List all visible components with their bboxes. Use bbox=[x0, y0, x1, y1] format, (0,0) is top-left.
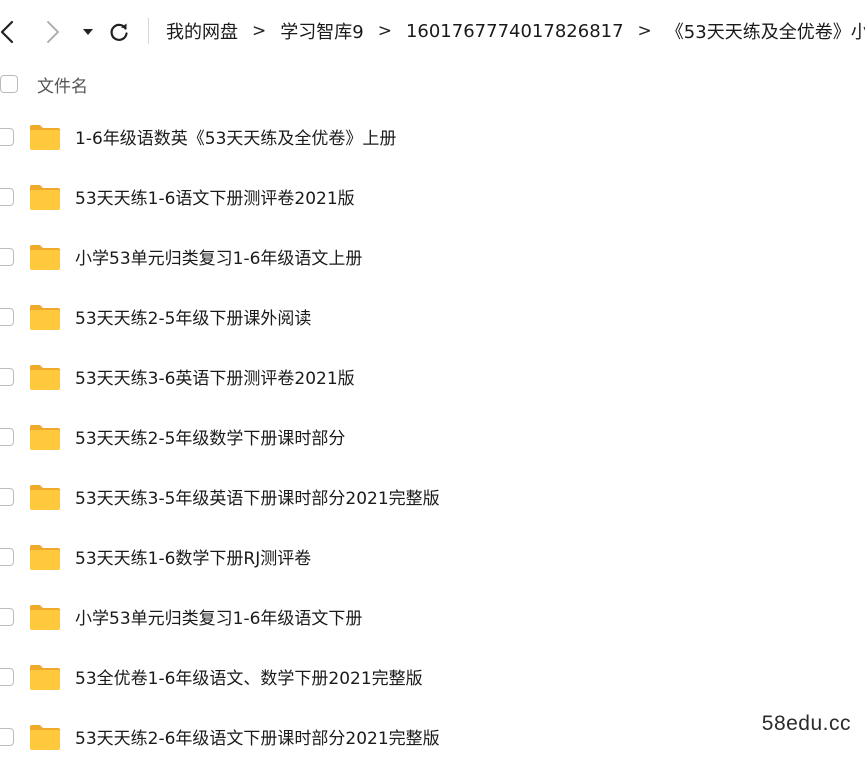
folder-icon bbox=[30, 365, 60, 390]
row-checkbox[interactable] bbox=[0, 608, 14, 626]
file-name[interactable]: 53天天练1-6数学下册RJ测评卷 bbox=[75, 544, 311, 569]
file-name[interactable]: 53天天练1-6语文下册测评卷2021版 bbox=[75, 184, 355, 209]
row-checkbox[interactable] bbox=[0, 248, 14, 266]
folder-icon bbox=[30, 545, 60, 570]
breadcrumb-separator: > bbox=[377, 21, 392, 41]
list-item[interactable]: 53天天练2-5年级下册课外阅读 bbox=[0, 288, 865, 348]
list-item[interactable]: 小学53单元归类复习1-6年级语文上册 bbox=[0, 228, 865, 288]
list-header: 文件名 bbox=[0, 68, 865, 102]
toolbar-divider bbox=[148, 18, 149, 44]
folder-icon bbox=[30, 245, 60, 270]
folder-icon bbox=[30, 605, 60, 630]
breadcrumb-separator: > bbox=[252, 21, 267, 41]
list-item[interactable]: 53天天练1-6数学下册RJ测评卷 bbox=[0, 528, 865, 588]
list-item[interactable]: 小学53单元归类复习1-6年级语文下册 bbox=[0, 588, 865, 648]
row-checkbox[interactable] bbox=[0, 188, 14, 206]
row-checkbox[interactable] bbox=[0, 308, 14, 326]
refresh-icon bbox=[110, 23, 128, 41]
file-name[interactable]: 53天天练3-6英语下册测评卷2021版 bbox=[75, 364, 355, 389]
list-item[interactable]: 1-6年级语数英《53天天练及全优卷》上册 bbox=[0, 108, 865, 168]
file-name[interactable]: 小学53单元归类复习1-6年级语文上册 bbox=[75, 244, 362, 269]
file-name[interactable]: 1-6年级语数英《53天天练及全优卷》上册 bbox=[75, 124, 396, 149]
chevron-left-icon bbox=[0, 20, 14, 44]
chevron-right-icon bbox=[47, 21, 59, 43]
forward-button[interactable] bbox=[38, 17, 68, 47]
folder-icon bbox=[30, 425, 60, 450]
breadcrumb-item-current[interactable]: 《53天天练及全优卷》小学1 bbox=[666, 18, 865, 44]
row-checkbox[interactable] bbox=[0, 428, 14, 446]
folder-icon bbox=[30, 305, 60, 330]
list-item[interactable]: 53天天练2-5年级数学下册课时部分 bbox=[0, 408, 865, 468]
list-item[interactable]: 53天天练3-5年级英语下册课时部分2021完整版 bbox=[0, 468, 865, 528]
column-header-filename[interactable]: 文件名 bbox=[37, 72, 88, 97]
file-name[interactable]: 小学53单元归类复习1-6年级语文下册 bbox=[75, 604, 362, 629]
history-dropdown-button[interactable] bbox=[74, 17, 102, 47]
file-list: 1-6年级语数英《53天天练及全优卷》上册 53天天练1-6语文下册测评卷2021… bbox=[0, 108, 865, 768]
breadcrumb: 我的网盘 > 学习智库9 > 1601767774017826817 > 《53… bbox=[166, 0, 865, 62]
back-button[interactable] bbox=[0, 17, 22, 47]
breadcrumb-item-root[interactable]: 我的网盘 bbox=[166, 18, 238, 44]
list-item[interactable]: 53全优卷1-6年级语文、数学下册2021完整版 bbox=[0, 648, 865, 708]
row-checkbox[interactable] bbox=[0, 368, 14, 386]
list-item[interactable]: 53天天练1-6语文下册测评卷2021版 bbox=[0, 168, 865, 228]
watermark: 58edu.cc bbox=[761, 712, 851, 735]
list-item[interactable]: 53天天练2-6年级语文下册课时部分2021完整版 bbox=[0, 708, 865, 768]
folder-icon bbox=[30, 485, 60, 510]
row-checkbox[interactable] bbox=[0, 728, 14, 746]
folder-icon bbox=[30, 185, 60, 210]
toolbar: 我的网盘 > 学习智库9 > 1601767774017826817 > 《53… bbox=[0, 0, 865, 62]
row-checkbox[interactable] bbox=[0, 548, 14, 566]
breadcrumb-item-library[interactable]: 学习智库9 bbox=[280, 18, 363, 44]
row-checkbox[interactable] bbox=[0, 128, 14, 146]
folder-icon bbox=[30, 665, 60, 690]
breadcrumb-separator: > bbox=[637, 21, 652, 41]
list-item[interactable]: 53天天练3-6英语下册测评卷2021版 bbox=[0, 348, 865, 408]
row-checkbox[interactable] bbox=[0, 668, 14, 686]
refresh-button[interactable] bbox=[104, 17, 134, 47]
caret-down-icon bbox=[83, 29, 93, 35]
file-name[interactable]: 53天天练3-5年级英语下册课时部分2021完整版 bbox=[75, 484, 440, 509]
breadcrumb-item-share-id[interactable]: 1601767774017826817 bbox=[406, 21, 624, 42]
row-checkbox[interactable] bbox=[0, 488, 14, 506]
folder-icon bbox=[30, 725, 60, 750]
file-name[interactable]: 53天天练2-5年级下册课外阅读 bbox=[75, 304, 311, 329]
select-all-checkbox[interactable] bbox=[0, 75, 18, 93]
file-name[interactable]: 53天天练2-5年级数学下册课时部分 bbox=[75, 424, 345, 449]
file-name[interactable]: 53天天练2-6年级语文下册课时部分2021完整版 bbox=[75, 724, 440, 749]
folder-icon bbox=[30, 125, 60, 150]
file-name[interactable]: 53全优卷1-6年级语文、数学下册2021完整版 bbox=[75, 664, 423, 689]
